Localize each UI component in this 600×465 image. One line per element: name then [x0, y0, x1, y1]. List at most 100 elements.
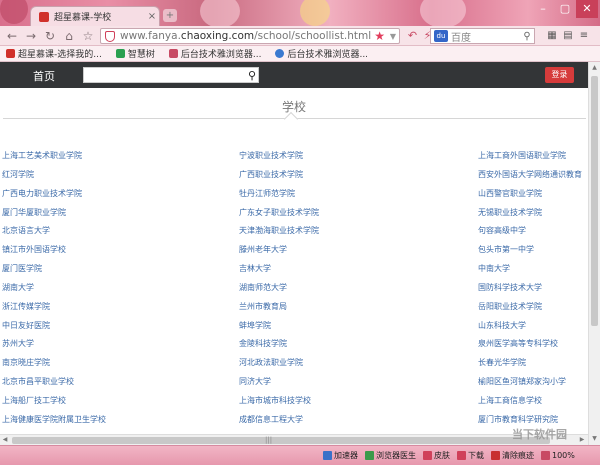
title-bar: 超星慕课-学校 × + – ▢ ✕	[0, 0, 600, 28]
horizontal-scrollbar[interactable]: ◀ ||| ▶	[0, 434, 588, 445]
school-link[interactable]: 上海工艺美术职业学院	[2, 150, 232, 161]
bookmark-favicon	[115, 49, 125, 58]
status-item[interactable]: 清除痕迹	[491, 450, 534, 461]
school-link[interactable]: 广西职业技术学院	[239, 169, 469, 180]
address-dropdown-icon[interactable]: ▼	[387, 32, 399, 41]
school-link[interactable]: 山西警官职业学院	[478, 188, 588, 199]
school-link[interactable]: 包头市第一中学	[478, 244, 588, 255]
school-link[interactable]: 西安外国语大学网络通识教育	[478, 169, 588, 180]
menu-grid-icon[interactable]: ▦	[545, 29, 559, 43]
minimize-button[interactable]: –	[532, 0, 554, 18]
site-header: 首页 ⚲ 登录	[0, 62, 600, 88]
address-url[interactable]: www.fanya.chaoxing.com/school/schoollist…	[120, 30, 374, 42]
home-icon[interactable]: ⌂	[61, 28, 77, 44]
school-link[interactable]: 北京语言大学	[2, 225, 232, 236]
status-icon	[423, 451, 432, 460]
school-link[interactable]: 厦门市教育科学研究院	[478, 414, 588, 425]
school-link[interactable]: 天津渤海职业技术学院	[239, 225, 469, 236]
school-link[interactable]: 湖南大学	[2, 282, 232, 293]
school-link[interactable]: 国防科学技术大学	[478, 282, 588, 293]
school-link[interactable]: 湖南师范大学	[239, 282, 469, 293]
school-link[interactable]: 厦门华厦职业学院	[2, 207, 232, 218]
scroll-up-icon[interactable]: ▲	[589, 62, 600, 74]
watermark: 当下软件园	[512, 428, 567, 441]
school-link[interactable]: 广东女子职业技术学院	[239, 207, 469, 218]
refresh-icon[interactable]: ↻	[42, 28, 58, 44]
search-box[interactable]: du 百度 ⚲	[430, 28, 535, 44]
school-link[interactable]: 岳阳职业技术学院	[478, 301, 588, 312]
address-bar[interactable]: www.fanya.chaoxing.com/school/schoollist…	[100, 28, 400, 44]
scroll-down-icon[interactable]: ▼	[589, 433, 600, 445]
school-link[interactable]: 红河学院	[2, 169, 232, 180]
bookmark-item[interactable]: 智慧树	[115, 47, 155, 60]
school-link[interactable]: 苏州大学	[2, 338, 232, 349]
status-item[interactable]: 浏览器医生	[365, 450, 416, 461]
school-link[interactable]: 金陵科技学院	[239, 338, 469, 349]
school-link[interactable]: 上海工商信息学校	[478, 395, 588, 406]
search-icon[interactable]: ⚲	[520, 31, 534, 42]
school-link[interactable]: 成都信息工程大学	[239, 414, 469, 425]
search-placeholder: 百度	[451, 32, 471, 44]
school-link[interactable]: 河北政法职业学院	[239, 357, 469, 368]
school-link[interactable]: 蚌埠学院	[239, 320, 469, 331]
status-item[interactable]: 加速器	[323, 450, 358, 461]
school-list: 上海工艺美术职业学院 宁波职业技术学院 上海工商外国语职业学院红河学院 广西职业技术学…	[0, 150, 588, 433]
school-link[interactable]: 上海健康医学院附属卫生学校	[2, 414, 232, 425]
browser-tab[interactable]: 超星慕课-学校 ×	[30, 6, 160, 26]
school-link[interactable]: 无锡职业技术学院	[478, 207, 588, 218]
school-link[interactable]: 同济大学	[239, 376, 469, 387]
school-link[interactable]: 句容高级中学	[478, 225, 588, 236]
bookmark-item[interactable]: 后台技术雅浏览器...	[275, 47, 368, 60]
window-controls: – ▢ ✕	[532, 0, 598, 18]
school-row: 浙江传媒学院 兰州市教育局 岳阳职业技术学院	[0, 301, 588, 320]
sidebar-icon[interactable]: ▤	[561, 29, 575, 43]
school-link[interactable]: 兰州市教育局	[239, 301, 469, 312]
status-item[interactable]: 下载	[457, 450, 484, 461]
vertical-scrollbar[interactable]: ▲ ▼	[588, 62, 600, 445]
favorite-icon[interactable]: ☆	[80, 28, 96, 44]
undo-close-icon[interactable]: ↶	[405, 28, 420, 44]
scroll-thumb[interactable]	[12, 437, 550, 444]
scroll-thumb[interactable]	[591, 76, 598, 326]
school-link[interactable]: 榆阳区鱼河镇郑家沟小学	[478, 376, 588, 387]
school-link[interactable]: 长春光华学院	[478, 357, 588, 368]
login-button[interactable]: 登录	[545, 67, 574, 83]
site-search-input[interactable]: ⚲	[83, 67, 259, 83]
status-label: 浏览器医生	[376, 451, 416, 460]
school-link[interactable]: 滕州老年大学	[239, 244, 469, 255]
school-link[interactable]: 浙江传媒学院	[2, 301, 232, 312]
school-link[interactable]: 镇江市外国语学校	[2, 244, 232, 255]
school-link[interactable]: 北京市昌平职业学校	[2, 376, 232, 387]
status-item[interactable]: 皮肤	[423, 450, 450, 461]
settings-menu-icon[interactable]: ≡	[577, 29, 591, 43]
school-link[interactable]: 上海工商外国语职业学院	[478, 150, 588, 161]
bookmark-star-icon[interactable]: ★	[374, 29, 385, 43]
bookmark-item[interactable]: 后台技术雅浏览器...	[168, 47, 261, 60]
school-link[interactable]: 山东科技大学	[478, 320, 588, 331]
status-bar: 加速器 浏览器医生 皮肤 下载 清除痕迹 100%	[0, 445, 600, 465]
forward-icon[interactable]: →	[23, 28, 39, 44]
bookmark-item[interactable]: 超星慕课-选择我的...	[6, 47, 102, 60]
scroll-left-icon[interactable]: ◀	[0, 435, 10, 445]
school-link[interactable]: 南京晓庄学院	[2, 357, 232, 368]
school-link[interactable]: 中日友好医院	[2, 320, 232, 331]
new-tab-button[interactable]: +	[163, 9, 177, 22]
school-link[interactable]: 中南大学	[478, 263, 588, 274]
home-link[interactable]: 首页	[33, 68, 55, 84]
school-link[interactable]: 广西电力职业技术学院	[2, 188, 232, 199]
scroll-right-icon[interactable]: ▶	[577, 435, 587, 445]
school-link[interactable]: 牡丹江师范学院	[239, 188, 469, 199]
school-link[interactable]: 宁波职业技术学院	[239, 150, 469, 161]
school-link[interactable]: 吉林大学	[239, 263, 469, 274]
nav-bar: ← → ↻ ⌂ ☆ www.fanya.chaoxing.com/school/…	[0, 26, 600, 46]
maximize-button[interactable]: ▢	[554, 0, 576, 18]
school-link[interactable]: 上海船厂技工学校	[2, 395, 232, 406]
status-item[interactable]: 100%	[541, 451, 575, 460]
back-icon[interactable]: ←	[4, 28, 20, 44]
school-link[interactable]: 上海市城市科技学校	[239, 395, 469, 406]
search-icon[interactable]: ⚲	[248, 68, 256, 83]
tab-close-icon[interactable]: ×	[145, 11, 159, 22]
school-link[interactable]: 泉州医学高等专科学校	[478, 338, 588, 349]
close-window-button[interactable]: ✕	[576, 0, 598, 18]
school-link[interactable]: 厦门医学院	[2, 263, 232, 274]
